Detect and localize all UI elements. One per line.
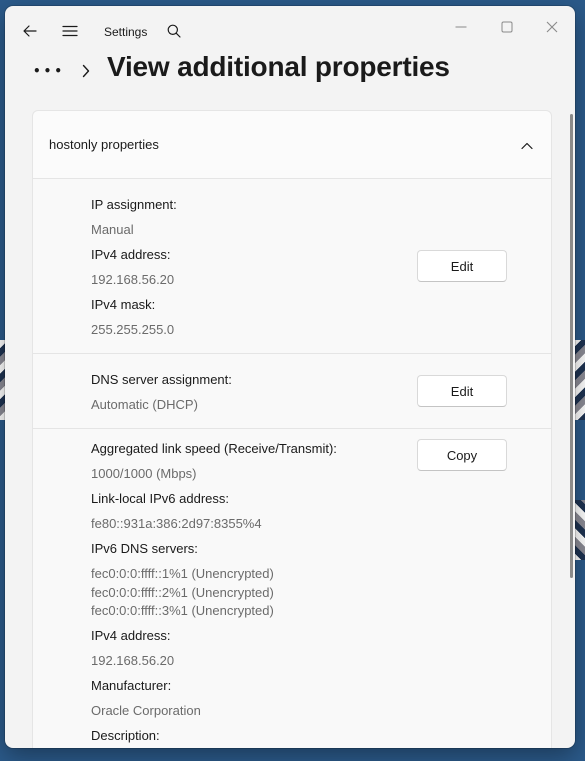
properties-card: hostonly properties IP assignment: Manua… <box>32 110 552 748</box>
title-bar: Settings <box>5 6 575 50</box>
description-label: Description: <box>91 728 160 743</box>
ipv4-mask-label: IPv4 mask: <box>91 297 156 312</box>
vertical-scrollbar[interactable] <box>570 114 573 578</box>
ipv6-dns-server-3: fec0:0:0:ffff::3%1 (Unencrypted) <box>91 603 274 618</box>
ip-assignment-label: IP assignment: <box>91 197 177 212</box>
adapter-details-section: Aggregated link speed (Receive/Transmit)… <box>33 429 551 748</box>
link-local-ipv6-label: Link-local IPv6 address: <box>91 491 230 506</box>
dns-settings-section: DNS server assignment: Automatic (DHCP) … <box>33 354 551 429</box>
ipv4-address-detail-value: 192.168.56.20 <box>91 653 175 668</box>
dns-server-assignment-label: DNS server assignment: <box>91 372 232 387</box>
ipv4-address-value: 192.168.56.20 <box>91 272 175 287</box>
card-title: hostonly properties <box>49 137 159 152</box>
maximize-icon <box>501 21 513 33</box>
page-title: View additional properties <box>107 51 450 82</box>
ipv4-mask-value: 255.255.255.0 <box>91 322 175 337</box>
link-speed-value: 1000/1000 (Mbps) <box>91 466 197 481</box>
minimize-button[interactable] <box>438 12 484 42</box>
ipv6-dns-server-2: fec0:0:0:ffff::2%1 (Unencrypted) <box>91 585 274 600</box>
minimize-icon <box>455 26 467 28</box>
link-speed-label: Aggregated link speed (Receive/Transmit)… <box>91 441 337 456</box>
search-button[interactable] <box>159 16 189 46</box>
properties-card-header[interactable]: hostonly properties <box>33 111 551 179</box>
ipv4-address-label: IPv4 address: <box>91 247 171 262</box>
ip-settings-section: IP assignment: Manual IPv4 address: 192.… <box>33 179 551 354</box>
app-title: Settings <box>104 25 148 39</box>
collapse-button[interactable] <box>515 135 539 157</box>
chevron-up-icon <box>521 142 533 150</box>
edit-dns-button[interactable]: Edit <box>417 375 507 407</box>
back-arrow-icon <box>23 25 37 37</box>
hamburger-menu-icon <box>62 25 78 37</box>
back-button[interactable] <box>15 16 45 46</box>
maximize-button[interactable] <box>484 12 530 42</box>
manufacturer-value: Oracle Corporation <box>91 703 201 718</box>
more-label: ••• <box>33 64 66 78</box>
copy-button[interactable]: Copy <box>417 439 507 471</box>
breadcrumb-more-button[interactable]: ••• <box>33 59 65 83</box>
close-icon <box>546 21 558 33</box>
ipv6-dns-servers-label: IPv6 DNS servers: <box>91 541 198 556</box>
settings-window: Settings ••• View additional properties … <box>5 6 575 748</box>
ip-assignment-value: Manual <box>91 222 134 237</box>
edit-ip-button[interactable]: Edit <box>417 250 507 282</box>
search-icon <box>167 24 181 38</box>
ipv4-address-detail-label: IPv4 address: <box>91 628 171 643</box>
navigation-menu-button[interactable] <box>55 16 85 46</box>
manufacturer-label: Manufacturer: <box>91 678 172 693</box>
chevron-right-icon <box>82 64 90 78</box>
close-button[interactable] <box>529 12 575 42</box>
ipv6-dns-server-1: fec0:0:0:ffff::1%1 (Unencrypted) <box>91 566 274 581</box>
dns-server-assignment-value: Automatic (DHCP) <box>91 397 198 412</box>
link-local-ipv6-value: fe80::931a:386:2d97:8355%4 <box>91 516 262 531</box>
breadcrumb-separator <box>78 62 94 80</box>
